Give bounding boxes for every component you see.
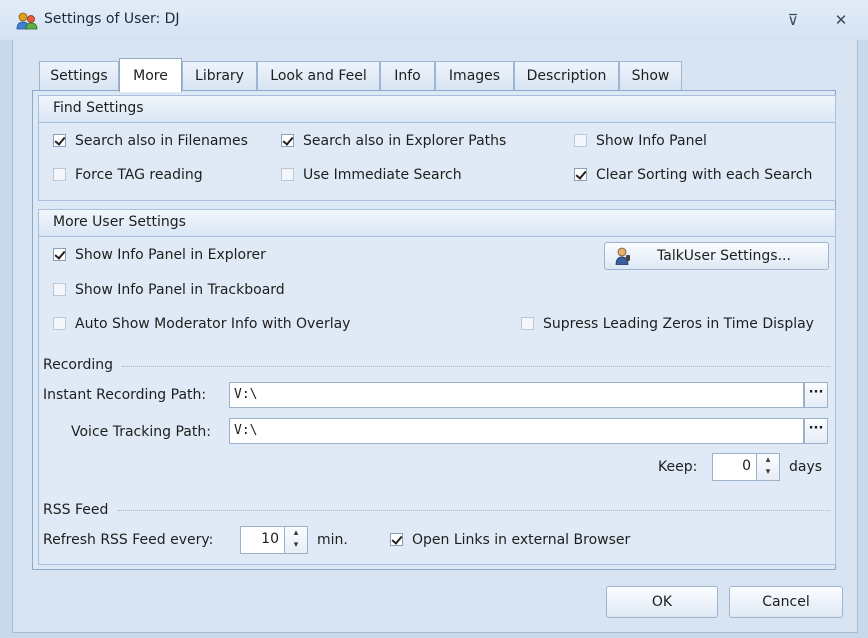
close-icon[interactable]: ✕ <box>830 10 852 30</box>
refresh-rss-value: 10 <box>261 531 279 547</box>
talkuser-settings-button[interactable]: TalkUser Settings... <box>604 242 829 270</box>
title-bar: Settings of User: DJ ⊽ ✕ <box>0 0 868 40</box>
refresh-rss-label: Refresh RSS Feed every: <box>43 532 214 548</box>
recording-separator <box>122 366 830 367</box>
refresh-rss-unit: min. <box>317 532 348 548</box>
instant-recording-browse-button[interactable]: ··· <box>804 382 828 408</box>
tab-settings[interactable]: Settings <box>39 61 119 90</box>
refresh-rss-stepper[interactable]: 10 ▴ ▾ <box>240 526 308 554</box>
rss-feed-section-label: RSS Feed <box>43 502 109 518</box>
checkbox-unchecked <box>53 283 66 296</box>
checkbox-checked <box>281 134 294 147</box>
group-header: More User Settings <box>39 210 835 237</box>
keep-days-unit: days <box>789 459 823 475</box>
tab-more[interactable]: More <box>119 58 182 92</box>
stepper-arrows[interactable]: ▴ ▾ <box>284 527 307 553</box>
checkbox-checked <box>53 134 66 147</box>
rss-separator <box>118 510 830 511</box>
instant-recording-path-input[interactable]: V:\ <box>229 382 804 408</box>
group-header: Find Settings <box>39 96 835 123</box>
keep-days-value: 0 <box>742 458 751 474</box>
tab-images[interactable]: Images <box>435 61 514 90</box>
checkbox-unchecked <box>574 134 587 147</box>
checkbox-checked <box>574 168 587 181</box>
checkbox-unchecked <box>53 317 66 330</box>
tab-show[interactable]: Show <box>619 61 682 90</box>
voice-tracking-browse-button[interactable]: ··· <box>804 418 828 444</box>
checkbox-unchecked <box>521 317 534 330</box>
checkbox-checked <box>390 533 403 546</box>
tab-description[interactable]: Description <box>514 61 619 90</box>
cancel-button[interactable]: Cancel <box>729 586 843 618</box>
window-title: Settings of User: DJ <box>44 11 180 27</box>
checkbox-unchecked <box>281 168 294 181</box>
more-user-settings-header: More User Settings <box>53 214 186 230</box>
user-talk-icon <box>615 247 630 265</box>
checkbox-checked <box>53 248 66 261</box>
stepper-arrows[interactable]: ▴ ▾ <box>756 454 779 480</box>
keep-label: Keep: <box>658 459 698 475</box>
tab-library[interactable]: Library <box>182 61 257 90</box>
talkuser-settings-label: TalkUser Settings... <box>657 248 791 264</box>
voice-tracking-path-input[interactable]: V:\ <box>229 418 804 444</box>
pin-icon[interactable]: ⊽ <box>782 10 804 30</box>
users-icon <box>16 12 38 30</box>
tab-look-and-feel[interactable]: Look and Feel <box>257 61 380 90</box>
tab-info[interactable]: Info <box>380 61 435 90</box>
find-settings-header: Find Settings <box>53 100 144 116</box>
ok-button[interactable]: OK <box>606 586 718 618</box>
voice-tracking-label: Voice Tracking Path: <box>71 424 211 440</box>
checkbox-unchecked <box>53 168 66 181</box>
instant-recording-label: Instant Recording Path: <box>43 387 207 403</box>
keep-days-stepper[interactable]: 0 ▴ ▾ <box>712 453 780 481</box>
recording-section-label: Recording <box>43 357 114 373</box>
